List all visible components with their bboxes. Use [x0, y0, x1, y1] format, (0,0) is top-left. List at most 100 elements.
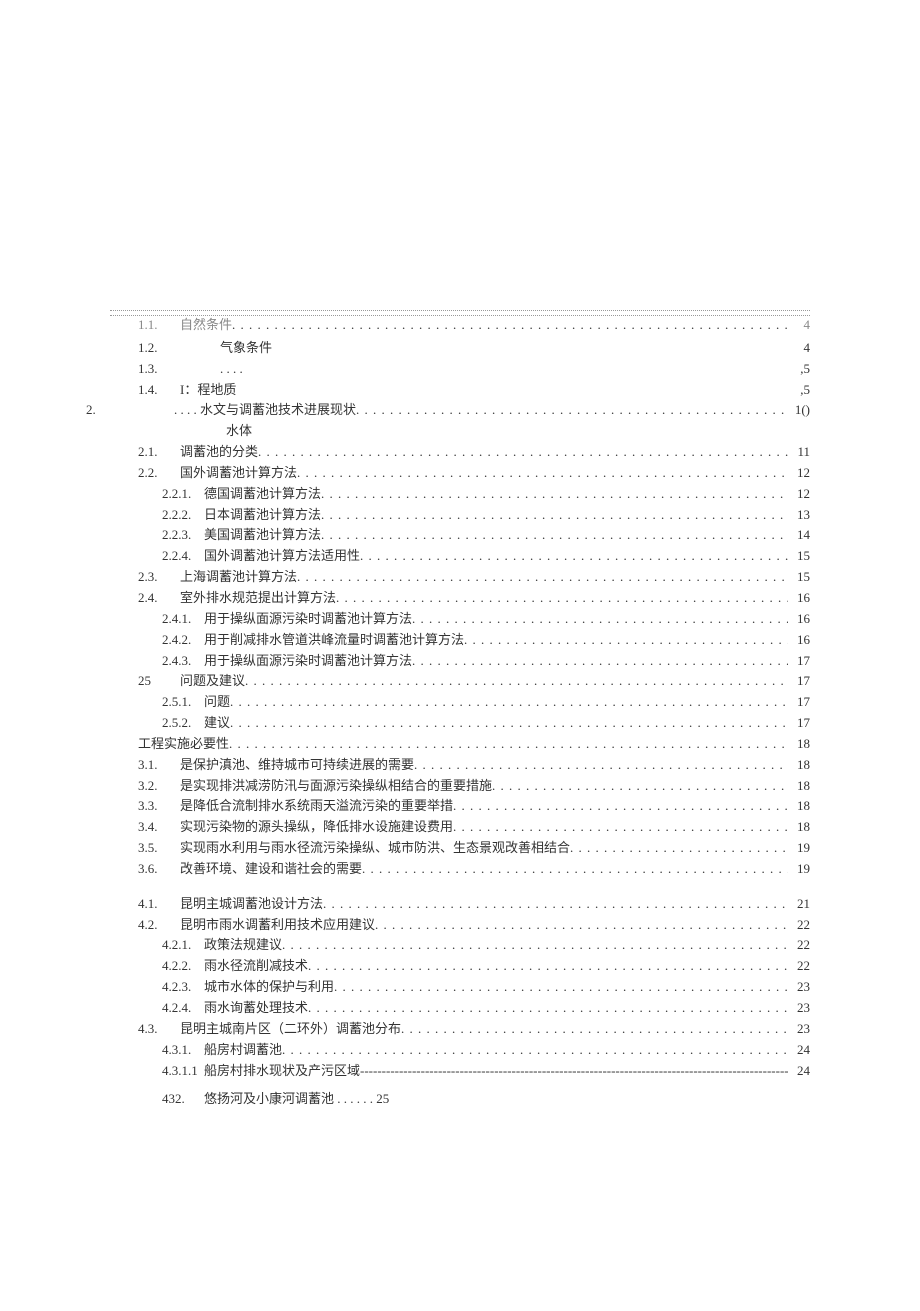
entry-title: 调蓄池的分类	[180, 443, 258, 462]
leader-dots	[412, 652, 788, 671]
toc-entry: 4.2.4.雨水询蓄处理技术23	[110, 999, 810, 1018]
entry-number: 2.4.1.	[162, 610, 204, 629]
toc-entry: 2.4.2.用于削减排水管道洪峰流量时调蓄池计算方法16	[110, 631, 810, 650]
entry-title: 问题	[204, 693, 230, 712]
entry-number: 3.5.	[138, 839, 180, 858]
toc-entry: 2.5.1.问题17	[110, 693, 810, 712]
page-number: 22	[788, 936, 810, 955]
entry-number: 25	[138, 672, 180, 691]
toc-page: 1.1.自然条件41.2.气象条件41.3.. . . .,51.4.I：程地质…	[0, 0, 920, 1311]
entry-title: 德国调蓄池计算方法	[204, 485, 321, 504]
entry-number: 2.1.	[138, 443, 180, 462]
entry-title: 气象条件	[180, 339, 272, 358]
entry-title: 是降低合流制排水系统雨天溢流污染的重要举措	[180, 797, 453, 816]
toc-entry: 2.2.3.美国调蓄池计算方法14	[110, 526, 810, 545]
entry-title: 雨水询蓄处理技术	[204, 999, 308, 1018]
entry-title: 昆明主城南片区（二环外）调蓄池分布	[180, 1020, 401, 1039]
entry-number: 1.2.	[138, 339, 180, 358]
toc-entry: 2.2.2.日本调蓄池计算方法13	[110, 506, 810, 525]
toc-entry: 1.1.自然条件4	[110, 315, 810, 335]
leader-dots	[308, 999, 788, 1018]
leader-dots	[230, 714, 788, 733]
page-number: 17	[788, 652, 810, 671]
entry-number: 3.6.	[138, 860, 180, 879]
toc-entry: 4.2.2.雨水径流削减技术22	[110, 957, 810, 976]
page-number: 23	[788, 1020, 810, 1039]
entry-title: 悠扬河及小康河调蓄池 . . . . . . 25	[204, 1090, 389, 1109]
entry-title: 是保护滇池、维持城市可持续进展的需要	[180, 756, 414, 775]
page-number: 23	[788, 978, 810, 997]
leader-dots	[336, 589, 788, 608]
toc-entry: 25问题及建议17	[110, 672, 810, 691]
toc-entry: 4.2.3.城市水体的保护与利用23	[110, 978, 810, 997]
leader-dots	[258, 443, 788, 462]
page-number: 18	[788, 797, 810, 816]
entry-title: 建议	[204, 714, 230, 733]
entry-number: 2.4.2.	[162, 631, 204, 650]
toc-entry: 4.3.昆明主城南片区（二环外）调蓄池分布23	[110, 1020, 810, 1039]
page-number: 19	[788, 839, 810, 858]
page-number: 16	[788, 631, 810, 650]
page-number: 17	[788, 693, 810, 712]
page-number: 17	[788, 714, 810, 733]
entry-title: 自然条件	[180, 316, 232, 335]
entry-number: 2.2.2.	[162, 506, 204, 525]
entry-number: 3.4.	[138, 818, 180, 837]
page-number: 22	[788, 957, 810, 976]
toc-entry: 2.3.上海调蓄池计算方法15	[110, 568, 810, 587]
entry-number: 4.3.1.	[162, 1041, 204, 1060]
toc-entry: 1.3.. . . .,5	[110, 360, 810, 379]
leader-dots	[464, 631, 788, 650]
entry-number: 4.3.1.1	[162, 1062, 204, 1081]
entry-title: 用于操纵面源污染时调蓄池计算方法	[204, 610, 412, 629]
leader-dots	[360, 1062, 788, 1081]
toc-entry: 2.5.2.建议 17	[110, 714, 810, 733]
leader-dots	[375, 916, 788, 935]
entry-number: 4.2.2.	[162, 957, 204, 976]
toc-entry: 2.. . . . 水文与调蓄池技术进展现状1()	[110, 401, 810, 420]
leader-dots	[230, 693, 788, 712]
leader-dots	[362, 860, 788, 879]
page-number: 12	[788, 464, 810, 483]
toc-entry: 4.3.1.船房村调蓄池24	[110, 1041, 810, 1060]
toc-entry: 2.2.1.德国调蓄池计算方法 12	[110, 485, 810, 504]
page-number: 16	[788, 589, 810, 608]
toc-entry: 3.5.实现雨水利用与雨水径流污染操纵、城市防洪、生态景观改善相结合19	[110, 839, 810, 858]
page-number: 4	[788, 339, 810, 358]
toc-gap	[110, 1082, 810, 1090]
entry-number: 2.3.	[138, 568, 180, 587]
toc-entry: 4.1.昆明主城调蓄池设计方法21	[110, 895, 810, 914]
entry-number: 432.	[162, 1090, 204, 1109]
toc-entry: 2.2.4.国外调蓄池计算方法适用性15	[110, 547, 810, 566]
page-number: 17	[788, 672, 810, 691]
entry-title: 船房村调蓄池	[204, 1041, 282, 1060]
entry-number: 2.2.3.	[162, 526, 204, 545]
entry-number: 3.2.	[138, 777, 180, 796]
leader-dots	[321, 485, 788, 504]
entry-title: 改善环境、建设和谐社会的需要	[180, 860, 362, 879]
leader-dots	[232, 316, 788, 335]
entry-number: 2.5.2.	[162, 714, 204, 733]
page-number: 4	[788, 316, 810, 335]
leader-dots	[412, 610, 788, 629]
leader-dots	[334, 978, 788, 997]
leader-dots	[229, 735, 788, 754]
page-number: 18	[788, 777, 810, 796]
entry-title: 船房村排水现状及产污区域	[204, 1062, 360, 1081]
entry-number: 2.4.	[138, 589, 180, 608]
entry-title: 国外调蓄池计算方法	[180, 464, 297, 483]
page-number: 24	[788, 1062, 810, 1081]
page-number: 16	[788, 610, 810, 629]
toc-entry: 432.悠扬河及小康河调蓄池 . . . . . . 25	[110, 1090, 810, 1109]
toc-entry: 2.2.国外调蓄池计算方法12	[110, 464, 810, 483]
entry-number: 2.2.1.	[162, 485, 204, 504]
toc-entry: 工程实施必要性18	[110, 735, 810, 754]
toc-subnote: 水体	[110, 422, 810, 441]
page-number: 18	[788, 756, 810, 775]
leader-dots	[245, 672, 788, 691]
toc-entry: 3.4.实现污染物的源头操纵，降低排水设施建设费用18	[110, 818, 810, 837]
page-number: 12	[788, 485, 810, 504]
entry-number: 3.3.	[138, 797, 180, 816]
top-divider	[110, 310, 810, 311]
entry-number: 3.1.	[138, 756, 180, 775]
